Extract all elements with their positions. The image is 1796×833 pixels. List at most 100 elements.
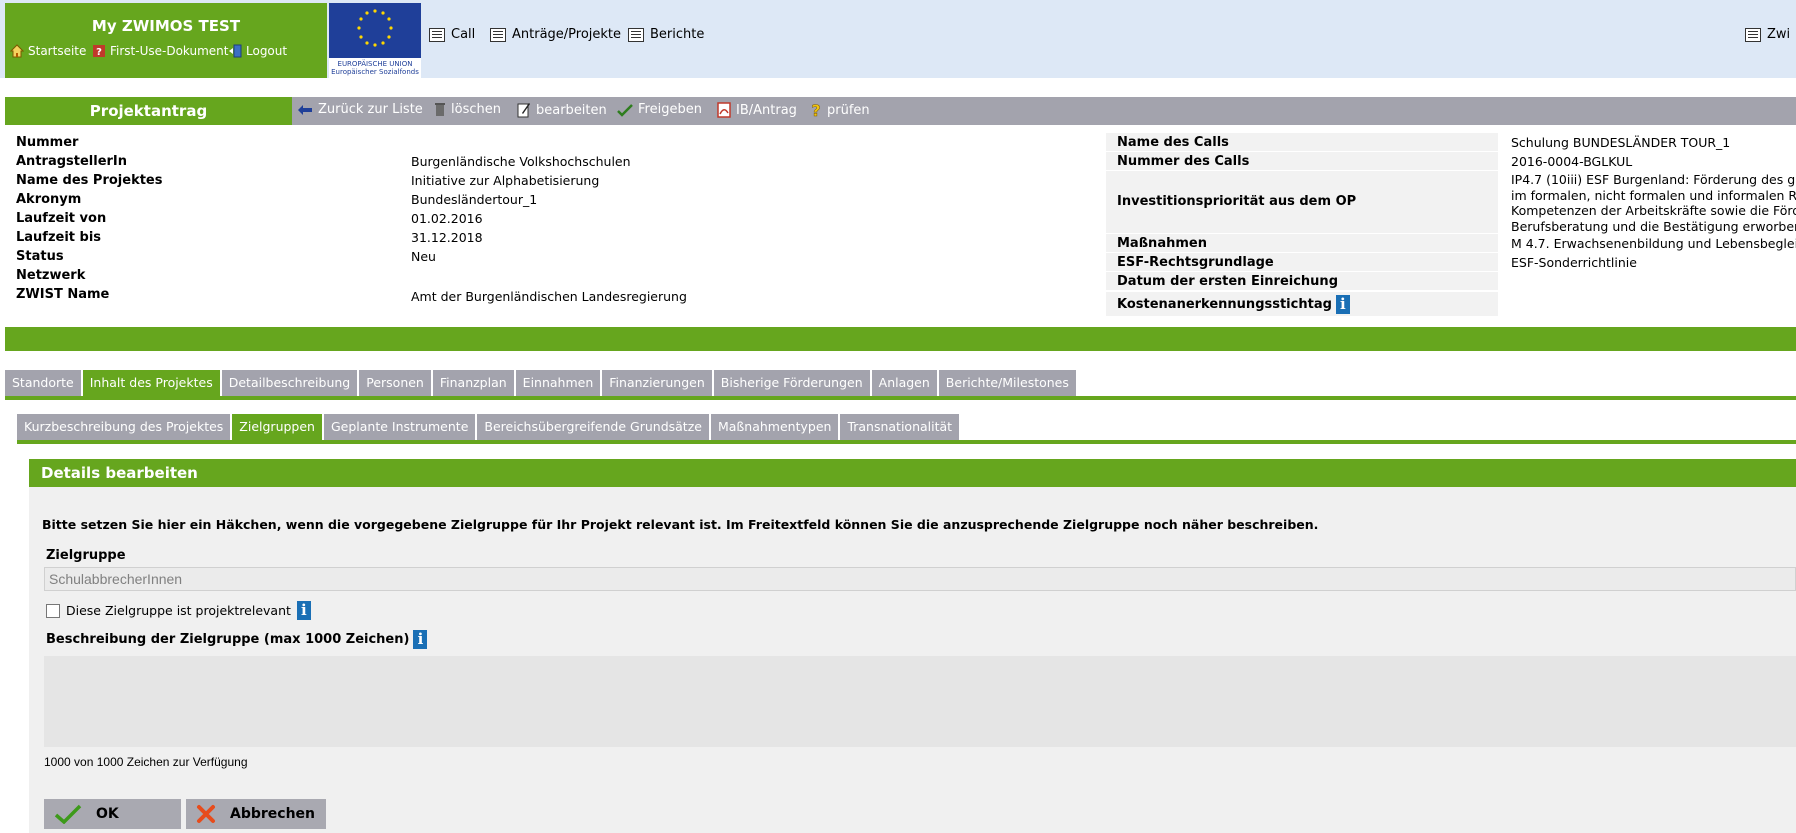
edit-button[interactable]: bearbeiten <box>517 102 607 118</box>
eu-caption-line2: Europäischer Sozialfonds <box>331 68 419 76</box>
list-icon <box>628 27 644 42</box>
nav-zwi[interactable]: Zwi <box>1745 27 1790 42</box>
call-number-value: 2016-0004-BGLKUL <box>1511 154 1633 169</box>
trash-icon <box>435 103 445 116</box>
tab-bereichsuebergreifende-grundsaetze[interactable]: Bereichsübergreifende Grundsätze <box>477 414 711 440</box>
target-group-label: Zielgruppe <box>46 548 126 563</box>
sub-tabs: Kurzbeschreibung des Projektes Zielgrupp… <box>17 414 962 440</box>
pdf-icon <box>717 102 731 118</box>
tab-finanzplan[interactable]: Finanzplan <box>432 370 516 396</box>
tab-inhalt-des-projektes[interactable]: Inhalt des Projektes <box>82 370 222 396</box>
description-label: Beschreibung der Zielgruppe (max 1000 Ze… <box>46 632 410 647</box>
priority-line: im formalen, nicht formalen und informal… <box>1511 187 1796 203</box>
priority-value: IP4.7 (10iii) ESF Burgenland: Förderung … <box>1511 172 1796 234</box>
ib-antrag-label: IB/Antrag <box>736 102 797 118</box>
back-to-list-button[interactable]: Zurück zur Liste <box>297 102 423 117</box>
check-button[interactable]: ? prüfen <box>810 102 870 118</box>
tab-finanzierungen[interactable]: Finanzierungen <box>602 370 714 396</box>
call-name-value: Schulung BUNDESLÄNDER TOUR_1 <box>1511 135 1731 150</box>
app-title: My ZWIMOS TEST <box>91 17 241 35</box>
info-label: Netzwerk <box>16 268 86 283</box>
tab-massnahmentypen[interactable]: Maßnahmentypen <box>710 414 841 440</box>
relevance-checkbox[interactable] <box>46 603 60 618</box>
first-use-link-label: First-Use-Dokument <box>110 44 229 58</box>
question-icon: ? <box>811 102 821 118</box>
end-date-value: 31.12.2018 <box>411 230 483 245</box>
logout-link-label: Logout <box>246 44 288 58</box>
tab-berichte-milestones[interactable]: Berichte/Milestones <box>938 370 1078 396</box>
tab-bisherige-foerderungen[interactable]: Bisherige Förderungen <box>713 370 872 396</box>
logout-icon <box>228 44 242 58</box>
nav-call[interactable]: Call <box>429 27 475 42</box>
cancel-button[interactable]: Abbrechen <box>186 799 326 829</box>
tab-einnahmen[interactable]: Einnahmen <box>515 370 603 396</box>
eu-caption: EUROPÄISCHE UNION Europäischer Sozialfon… <box>329 58 421 78</box>
main-tabs-underline <box>5 396 1796 400</box>
main-tabs: Standorte Inhalt des Projektes Detailbes… <box>5 370 1078 396</box>
tab-zielgruppen[interactable]: Zielgruppen <box>232 414 324 440</box>
nav-zwi-label: Zwi <box>1767 27 1791 42</box>
first-submission-label: Datum der ersten Einreichung <box>1106 272 1498 291</box>
tab-detailbeschreibung[interactable]: Detailbeschreibung <box>221 370 360 396</box>
delete-label: löschen <box>451 102 501 117</box>
sub-tabs-underline <box>17 440 1796 444</box>
tab-anlagen[interactable]: Anlagen <box>871 370 939 396</box>
delete-button[interactable]: löschen <box>434 102 501 117</box>
eu-caption-line1: EUROPÄISCHE UNION <box>337 60 413 68</box>
tab-standorte[interactable]: Standorte <box>5 370 83 396</box>
release-label: Freigeben <box>638 102 702 117</box>
brand-box: My ZWIMOS TEST Startseite ? First-Use-Do… <box>5 3 327 78</box>
info-icon[interactable]: i <box>1335 294 1350 314</box>
legal-basis-label: ESF-Rechtsgrundlage <box>1106 253 1498 272</box>
section-title: Projektantrag <box>5 97 292 125</box>
info-label: Akronym <box>16 192 82 207</box>
zwist-name-value: Amt der Burgenländischen Landesregierung <box>411 289 687 304</box>
measures-value: M 4.7. Erwachsenenbildung und Lebensbegl… <box>1511 236 1796 251</box>
logout-link[interactable]: Logout <box>228 44 287 58</box>
info-left-labels: Nummer AntragstellerIn Name des Projekte… <box>5 133 390 304</box>
back-to-list-label: Zurück zur Liste <box>318 102 423 117</box>
tab-transnationalitaet[interactable]: Transnationalität <box>840 414 962 440</box>
project-name-value: Initiative zur Alphabetisierung <box>411 173 600 188</box>
info-icon[interactable]: i <box>413 630 428 649</box>
cancel-button-label: Abbrechen <box>230 806 316 822</box>
help-document-icon: ? <box>92 44 106 58</box>
description-textarea[interactable] <box>44 656 1796 747</box>
target-group-field: SchulabbrecherInnen <box>44 567 1796 591</box>
call-name-label: Name des Calls <box>1106 133 1498 152</box>
eu-stars-icon <box>357 9 393 47</box>
info-label: Nummer <box>16 135 79 150</box>
green-separator <box>5 327 1796 351</box>
edit-document-icon <box>517 103 530 118</box>
tab-personen[interactable]: Personen <box>359 370 433 396</box>
info-icon[interactable]: i <box>296 601 311 620</box>
cost-date-label: Kostenanerkennungsstichtag <box>1117 296 1332 312</box>
char-count-suffix: von 1000 Zeichen zur Verfügung <box>74 755 248 769</box>
list-icon <box>490 27 506 42</box>
acronym-value: Bundesländertour_1 <box>411 192 538 207</box>
tab-geplante-instrumente[interactable]: Geplante Instrumente <box>323 414 478 440</box>
checkmark-icon <box>54 804 82 824</box>
nav-antraege[interactable]: Anträge/Projekte <box>490 27 621 42</box>
relevance-checkbox-row[interactable]: Diese Zielgruppe ist projektrelevant i <box>46 601 311 620</box>
info-label: Laufzeit von <box>16 211 107 226</box>
nav-berichte[interactable]: Berichte <box>628 27 704 42</box>
call-number-label: Nummer des Calls <box>1106 152 1498 171</box>
home-link[interactable]: Startseite <box>9 44 87 58</box>
description-label-row: Beschreibung der Zielgruppe (max 1000 Ze… <box>46 630 428 649</box>
ok-button[interactable]: OK <box>44 799 181 829</box>
release-button[interactable]: Freigeben <box>617 102 702 117</box>
checkmark-icon <box>617 103 633 117</box>
close-icon <box>197 805 215 823</box>
status-value: Neu <box>411 249 436 264</box>
char-count-value: 1000 <box>44 755 71 769</box>
home-link-label: Startseite <box>28 44 87 58</box>
tab-kurzbeschreibung[interactable]: Kurzbeschreibung des Projektes <box>17 414 233 440</box>
info-label: Status <box>16 249 64 264</box>
info-label: Laufzeit bis <box>16 230 102 245</box>
first-use-link[interactable]: ? First-Use-Dokument <box>92 44 228 58</box>
svg-text:?: ? <box>96 47 102 58</box>
check-label: prüfen <box>827 102 870 118</box>
ib-antrag-button[interactable]: IB/Antrag <box>717 102 797 118</box>
home-icon <box>9 44 25 58</box>
